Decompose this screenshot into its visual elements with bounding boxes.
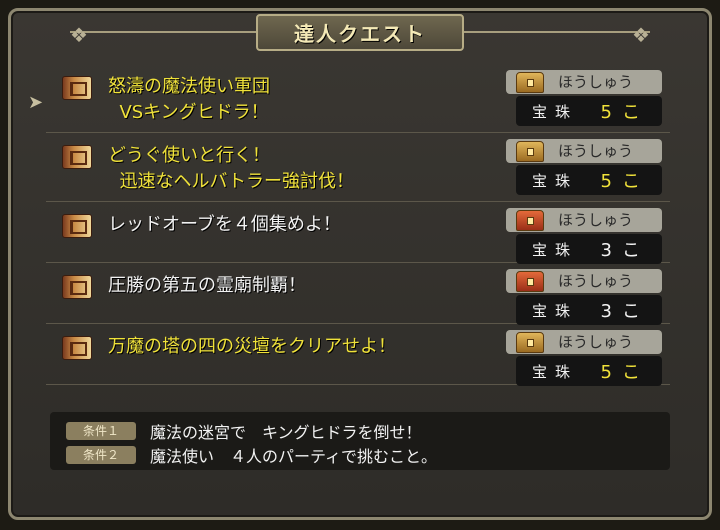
reward-count-value: 5 [600,171,622,192]
quest-scroll-icon [62,145,92,169]
reward-count: 5こ [601,358,650,384]
reward-count: 3こ [601,297,650,323]
reward-count: 3こ [601,236,650,262]
reward-header-label: ほうしゅう [558,211,634,229]
quest-row[interactable]: 万魔の塔の四の災壇をクリアせよ！ ほうしゅう宝珠 5こ [46,324,670,388]
treasure-chest-icon [516,141,544,162]
reward-count-value: 3 [600,301,622,322]
reward-body: 宝珠 5こ [516,96,662,126]
quest-scroll-icon [62,76,92,100]
reward-count-unit: こ [622,240,650,261]
reward-header-label: ほうしゅう [558,142,634,160]
quest-scroll-icon [62,275,92,299]
quest-title-line1: 圧勝の第五の霊廟制覇！ [108,275,306,296]
quest-row[interactable]: 怒濤の魔法使い軍団 VSキングヒドラ！ ほうしゅう宝珠 5こ [46,64,670,133]
quest-title-line1: 怒濤の魔法使い軍団 [108,76,270,97]
quest-list: 怒濤の魔法使い軍団 VSキングヒドラ！ ほうしゅう 宝珠 5こ どうぐ使いと行く！ 迅速… [46,64,670,388]
reward-count-value: 3 [600,240,622,261]
selection-cursor-icon: ➤ [28,92,44,113]
reward-header-label: ほうしゅう [558,272,634,290]
page-title: 達人クエスト [256,13,464,51]
quest-row[interactable]: どうぐ使いと行く！ 迅速なヘルバトラー強討伐！ ほうしゅう宝珠 5こ [46,133,670,202]
reward-count: 5こ [601,98,650,124]
condition-text: 魔法使い ４人のパーティで挑むこと。 [150,447,438,466]
quest-title: 怒濤の魔法使い軍団 VSキングヒドラ！ [108,74,270,126]
quest-title-line1: レッドオーブを４個集めよ！ [108,214,341,235]
reward-item-label: 宝珠 [532,240,579,259]
reward-count: 5こ [601,167,650,193]
quest-title: レッドオーブを４個集めよ！ [108,212,341,238]
treasure-chest-icon [516,332,544,353]
quest-title-line2: 迅速なヘルバトラー強討伐！ [108,171,354,192]
condition-tag: 条件１ [66,422,136,440]
reward-header-label: ほうしゅう [558,73,634,91]
reward-header-label: ほうしゅう [558,333,634,351]
reward-count-unit: こ [622,362,650,383]
condition-text: 魔法の迷宮で キングヒドラを倒せ！ [150,423,422,442]
reward-header: ほうしゅう [506,208,662,232]
ornament-left-icon: ❖ [70,23,88,47]
reward-header: ほうしゅう [506,330,662,354]
reward-box: ほうしゅう宝珠 5こ [506,70,662,128]
conditions-panel: 条件１ 魔法の迷宮で キングヒドラを倒せ！ 条件２ 魔法使い ４人のパーティで挑… [50,412,670,470]
quest-row[interactable]: 圧勝の第五の霊廟制覇！ ほうしゅう宝珠 3こ [46,263,670,327]
quest-title-line1: 万魔の塔の四の災壇をクリアせよ！ [108,336,396,357]
quest-title: 万魔の塔の四の災壇をクリアせよ！ [108,334,396,360]
reward-body: 宝珠 3こ [516,295,662,325]
quest-title: どうぐ使いと行く！ 迅速なヘルバトラー強討伐！ [108,143,354,195]
reward-header: ほうしゅう [506,70,662,94]
treasure-chest-icon [516,72,544,93]
reward-body: 宝珠 3こ [516,234,662,264]
reward-header: ほうしゅう [506,269,662,293]
reward-header: ほうしゅう [506,139,662,163]
ornament-right-icon: ❖ [632,23,650,47]
reward-item-label: 宝珠 [532,102,579,121]
reward-count-unit: こ [622,301,650,322]
reward-box: ほうしゅう宝珠 3こ [506,208,662,266]
reward-item-label: 宝珠 [532,171,579,190]
treasure-chest-icon [516,210,544,231]
reward-count-unit: こ [622,102,650,123]
reward-count-unit: こ [622,171,650,192]
reward-box: ほうしゅう宝珠 5こ [506,139,662,197]
reward-box: ほうしゅう宝珠 5こ [506,330,662,388]
quest-title: 圧勝の第五の霊廟制覇！ [108,273,306,299]
reward-item-label: 宝珠 [532,362,579,381]
title-bar: 達人クエスト [70,12,650,52]
quest-row[interactable]: レッドオーブを４個集めよ！ ほうしゅう宝珠 3こ [46,202,670,266]
reward-count-value: 5 [600,102,622,123]
reward-count-value: 5 [600,362,622,383]
reward-box: ほうしゅう宝珠 3こ [506,269,662,327]
quest-scroll-icon [62,336,92,360]
condition-row-1: 条件１ 魔法の迷宮で キングヒドラを倒せ！ [66,420,422,442]
treasure-chest-icon [516,271,544,292]
quest-title-line2: VSキングヒドラ！ [108,102,269,123]
reward-item-label: 宝珠 [532,301,579,320]
reward-body: 宝珠 5こ [516,165,662,195]
condition-row-2: 条件２ 魔法使い ４人のパーティで挑むこと。 [66,444,437,466]
quest-scroll-icon [62,214,92,238]
reward-body: 宝珠 5こ [516,356,662,386]
quest-title-line1: どうぐ使いと行く！ [108,145,270,166]
condition-tag: 条件２ [66,446,136,464]
